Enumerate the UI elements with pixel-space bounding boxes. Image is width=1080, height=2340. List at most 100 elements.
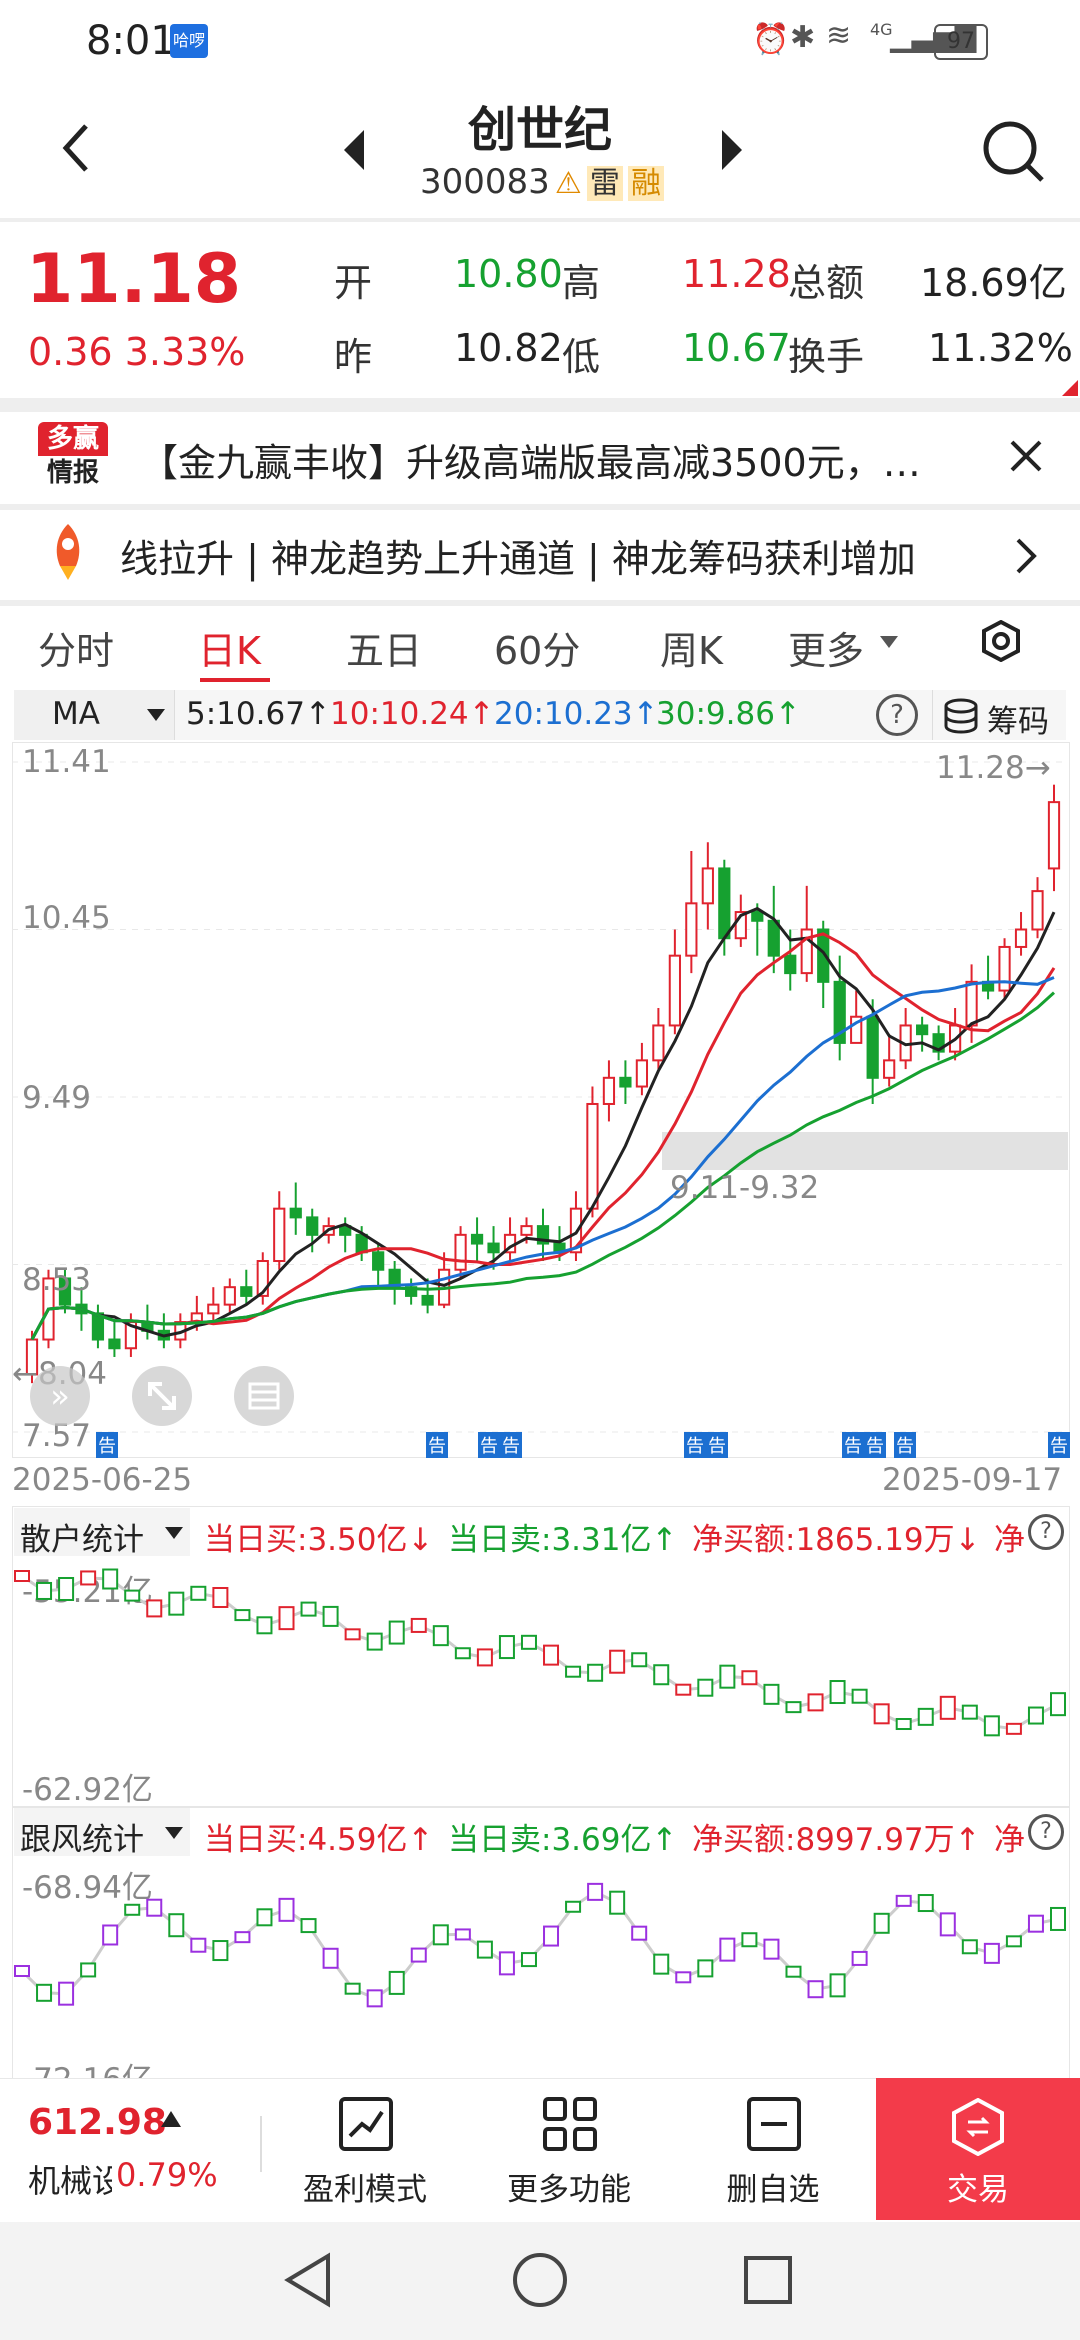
candle-body[interactable] xyxy=(602,1076,616,1105)
candle-body[interactable] xyxy=(289,1207,302,1219)
notice-marker[interactable]: 告 xyxy=(864,1432,886,1458)
notice-marker[interactable]: 告 xyxy=(842,1432,864,1458)
notice-marker[interactable]: 告 xyxy=(478,1432,500,1458)
chevron-right-icon xyxy=(1016,538,1037,574)
tab-intraday[interactable]: 分时 xyxy=(38,620,114,675)
stat-bar xyxy=(432,1924,449,1946)
candle-body[interactable] xyxy=(619,1076,632,1088)
notice-marker[interactable]: 告 xyxy=(894,1432,916,1458)
candle-body[interactable] xyxy=(1031,890,1044,931)
remove-watchlist-button[interactable]: 删自选 xyxy=(698,2092,848,2212)
sector-index-name: 机械设 xyxy=(28,2162,112,2200)
minus-square-icon xyxy=(747,2097,801,2151)
stat-bar xyxy=(366,1989,383,2008)
follow-selector[interactable]: 跟风统计 xyxy=(14,1808,190,1858)
candle-body[interactable] xyxy=(520,1225,533,1236)
stat-bar xyxy=(476,1940,493,1959)
tab-daily-k[interactable]: 日K xyxy=(198,620,261,675)
tab-more[interactable]: 更多 xyxy=(788,620,864,675)
tab-five-day[interactable]: 五日 xyxy=(346,620,422,675)
stat-bar xyxy=(366,1632,383,1651)
candle-body[interactable] xyxy=(998,945,1011,992)
stat-bar xyxy=(256,1908,273,1927)
candle-body[interactable] xyxy=(355,1233,368,1254)
candle-body[interactable] xyxy=(207,1303,220,1315)
stat-bar xyxy=(719,1664,736,1689)
candle-body[interactable] xyxy=(108,1338,121,1350)
notice-marker[interactable]: 告 xyxy=(500,1432,522,1458)
turnover-label: 换手 xyxy=(788,335,865,379)
candle-body[interactable] xyxy=(487,1242,500,1254)
ma-selector[interactable]: MA xyxy=(14,690,175,740)
stat-bar xyxy=(609,1890,626,1915)
more-functions-button[interactable]: 更多功能 xyxy=(494,2092,644,2212)
close-news-button[interactable] xyxy=(1006,436,1046,480)
sector-index[interactable]: 612.98 机械设 0.79% xyxy=(0,2080,250,2220)
tab-60min[interactable]: 60分 xyxy=(494,620,580,675)
candle-body[interactable] xyxy=(223,1286,236,1306)
help-icon[interactable]: ? xyxy=(1028,1514,1064,1550)
tab-weekly-k[interactable]: 周K xyxy=(660,620,723,675)
candle-body[interactable] xyxy=(965,980,978,1027)
notice-marker[interactable]: 告 xyxy=(706,1432,728,1458)
retail-selector[interactable]: 散户统计 xyxy=(14,1508,190,1558)
candle-body[interactable] xyxy=(751,911,764,922)
stat-bar xyxy=(278,1606,295,1631)
stock-code: 300083 xyxy=(420,162,550,202)
forward-button[interactable]: » xyxy=(30,1366,90,1426)
trade-button[interactable]: 交易 xyxy=(876,2078,1080,2220)
stat-bar xyxy=(697,1678,714,1697)
candle-body[interactable] xyxy=(883,1059,896,1079)
chart-settings-button[interactable] xyxy=(980,619,1022,666)
candle-body[interactable] xyxy=(767,919,780,957)
candle-body[interactable] xyxy=(1014,928,1028,948)
ma20-value: 20:10.23↑ xyxy=(494,696,659,732)
chips-button[interactable]: 筹码 xyxy=(932,690,1067,740)
notice-marker[interactable]: 告 xyxy=(684,1432,706,1458)
nav-home-button[interactable] xyxy=(510,2250,570,2314)
settings-icon xyxy=(982,619,1020,663)
stat-bar xyxy=(410,1947,427,1963)
candle-body[interactable] xyxy=(454,1233,467,1271)
help-icon[interactable]: ? xyxy=(1028,1814,1064,1850)
stat-bar xyxy=(873,1703,890,1725)
help-icon[interactable]: ? xyxy=(876,694,918,736)
candle-body[interactable] xyxy=(273,1207,286,1263)
candle-body[interactable] xyxy=(240,1286,253,1297)
candle-body[interactable] xyxy=(1047,801,1061,870)
nav-back-button[interactable] xyxy=(280,2250,336,2314)
candle-body[interactable] xyxy=(701,867,714,905)
caret-down-icon xyxy=(880,636,898,648)
indicator-button[interactable] xyxy=(234,1366,294,1426)
candle-body[interactable] xyxy=(784,954,797,975)
candle-body[interactable] xyxy=(916,1024,929,1036)
notice-marker[interactable]: 告 xyxy=(96,1432,118,1458)
stat-bar xyxy=(454,1647,471,1660)
candle-body[interactable] xyxy=(652,1024,665,1062)
candle-body[interactable] xyxy=(866,1015,879,1079)
candle-body[interactable] xyxy=(718,867,731,940)
candle-body[interactable] xyxy=(306,1216,319,1236)
candle-body[interactable] xyxy=(635,1059,649,1088)
stat-bar xyxy=(1050,1692,1066,1717)
nav-recents-button[interactable] xyxy=(740,2252,796,2312)
signal-ticker[interactable]: 线拉升 | 神龙趋势上升通道 | 神龙筹码获利增加 xyxy=(0,510,1080,600)
candle-body[interactable] xyxy=(685,902,698,957)
candle-body[interactable] xyxy=(668,954,681,1027)
expand-corner-icon[interactable] xyxy=(1062,380,1078,396)
search-button[interactable] xyxy=(980,118,1046,188)
news-banner[interactable]: 多赢 情报 【金九赢丰收】升级高端版最高减3500元，… xyxy=(0,412,1080,504)
status-bar: 8:01 哈啰 ⏰ ✱ ≋ 4G ▁▃▅▇ 97 xyxy=(0,0,1080,80)
trade-label: 交易 xyxy=(947,2172,1009,2208)
candle-body[interactable] xyxy=(421,1294,434,1306)
candle-body[interactable] xyxy=(586,1102,599,1210)
candle-body[interactable] xyxy=(470,1233,484,1245)
profit-mode-button[interactable]: 盈利模式 xyxy=(290,2092,440,2212)
fullscreen-button[interactable] xyxy=(132,1366,192,1426)
stat-bar xyxy=(807,1693,824,1712)
next-stock-button[interactable] xyxy=(716,128,746,176)
notice-marker[interactable]: 告 xyxy=(1048,1432,1070,1458)
candle-body[interactable] xyxy=(372,1251,385,1271)
sector-index-change: 0.79% xyxy=(116,2156,218,2194)
notice-marker[interactable]: 告 xyxy=(426,1432,448,1458)
